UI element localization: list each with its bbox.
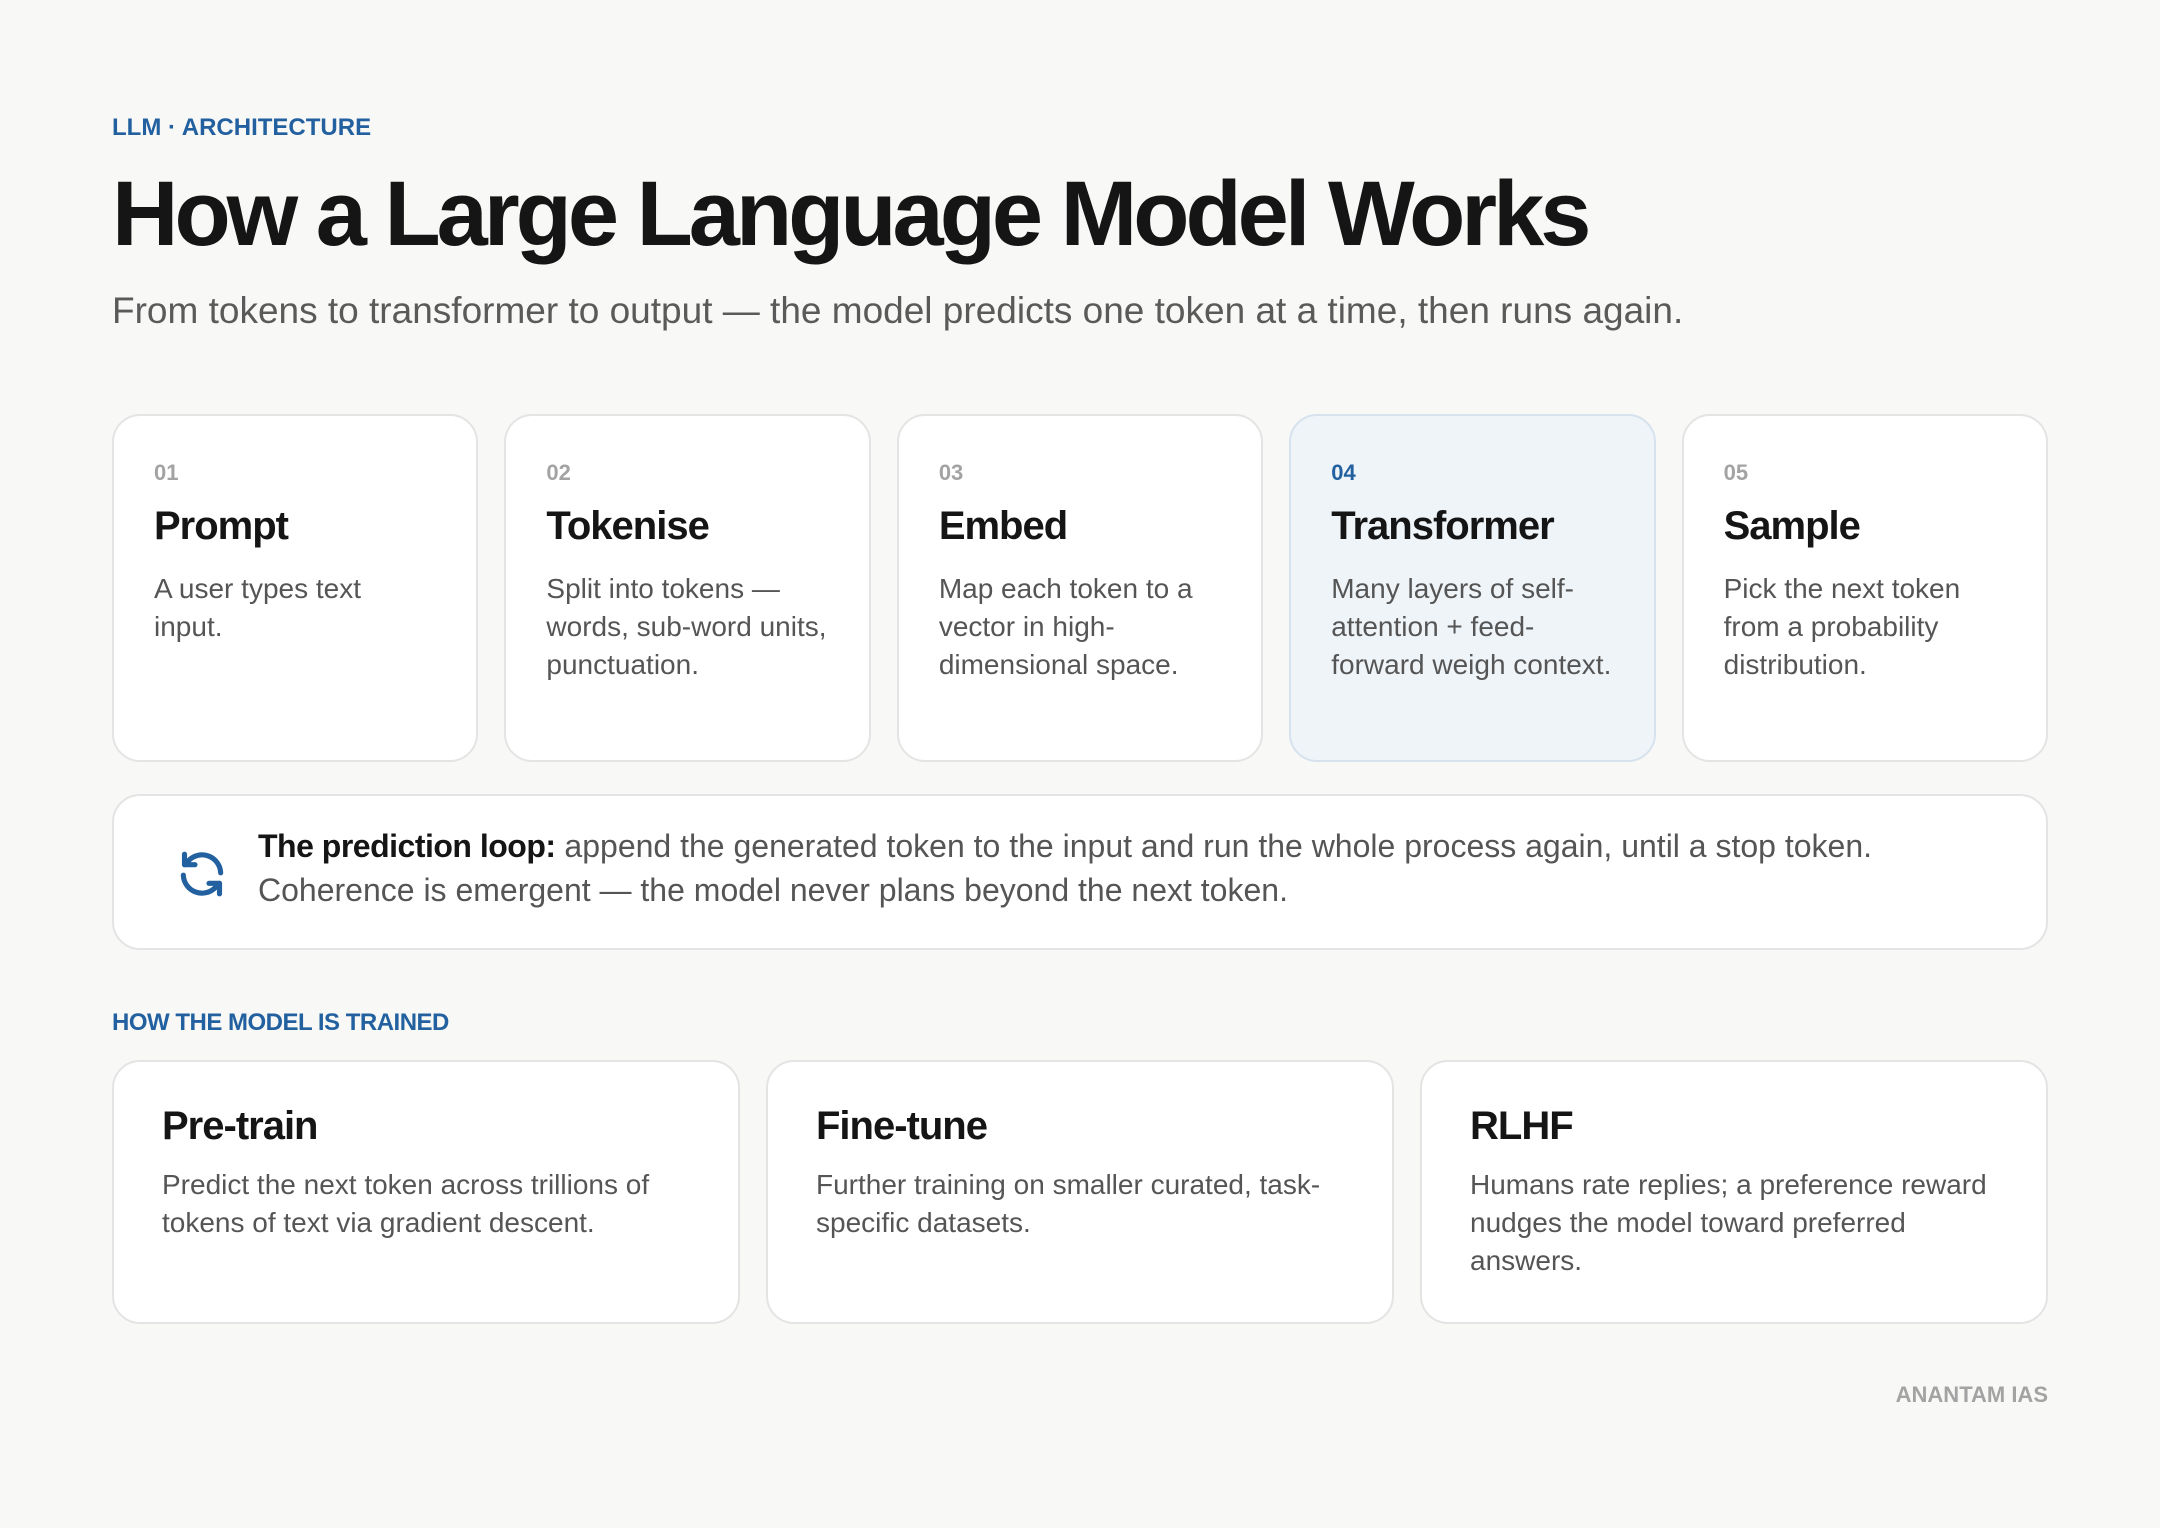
training-section-label: HOW THE MODEL IS TRAINED [112, 1009, 449, 1036]
step-title: Embed [938, 504, 1068, 548]
training-card-title: RLHF [1470, 1104, 1574, 1148]
step-number: 03 [938, 460, 964, 485]
training-card-title: Fine-tune [816, 1104, 988, 1148]
prediction-loop-text: The prediction loop: append the generate… [258, 824, 2018, 912]
step-title: Transformer [1331, 504, 1554, 548]
step-card-sample: 05 Sample Pick the next token from a pro… [1681, 414, 2049, 762]
step-card-tokenise: 02 Tokenise Split into tokens — words, s… [504, 414, 871, 762]
step-number: 04 [1331, 460, 1356, 485]
training-card-rlhf: RLHF Humans rate replies; a preference r… [1420, 1060, 2048, 1324]
step-title: Prompt [154, 504, 289, 548]
eyebrow-label: LLM · ARCHITECTURE [112, 114, 372, 141]
refresh-icon [180, 851, 224, 897]
step-description: A user types text input. [154, 573, 361, 642]
page-subtitle: From tokens to transformer to output — t… [112, 290, 1684, 331]
brand-footer: ANANTAM IAS [1895, 1382, 2048, 1407]
prediction-loop-lead: The prediction loop: [258, 828, 556, 864]
prediction-loop-callout: The prediction loop: append the generate… [112, 794, 2048, 950]
training-card-description: Humans rate replies; a preference reward… [1470, 1169, 1987, 1276]
infographic-page: LLM · ARCHITECTURE How a Large Language … [112, 0, 2049, 1528]
step-description: Map each token to a vector in high-dimen… [938, 573, 1193, 680]
step-card-embed: 03 Embed Map each token to a vector in h… [896, 414, 1264, 762]
pipeline-steps: 01 Prompt A user types text input. 02 To… [112, 414, 2049, 762]
page-title: How a Large Language Model Works [112, 163, 1591, 265]
step-number: 01 [154, 460, 179, 485]
training-card-description: Predict the next token across trillions … [162, 1169, 650, 1238]
step-description: Many layers of self-attention + feed-for… [1331, 573, 1612, 680]
step-number: 05 [1723, 460, 1749, 485]
step-description: Split into tokens — words, sub-word unit… [546, 573, 827, 680]
training-cards: Pre-train Predict the next token across … [112, 1060, 2048, 1324]
step-number: 02 [546, 460, 571, 485]
step-card-prompt: 01 Prompt A user types text input. [112, 414, 479, 762]
step-title: Sample [1723, 504, 1861, 548]
step-card-transformer: 04 Transformer Many layers of self-atten… [1289, 414, 1656, 762]
step-title: Tokenise [546, 504, 709, 548]
training-card-description: Further training on smaller curated, tas… [816, 1169, 1321, 1238]
training-card-pretrain: Pre-train Predict the next token across … [112, 1060, 740, 1324]
training-card-finetune: Fine-tune Further training on smaller cu… [766, 1060, 1394, 1324]
step-description: Pick the next token from a probability d… [1723, 573, 1961, 680]
training-card-title: Pre-train [162, 1104, 319, 1148]
